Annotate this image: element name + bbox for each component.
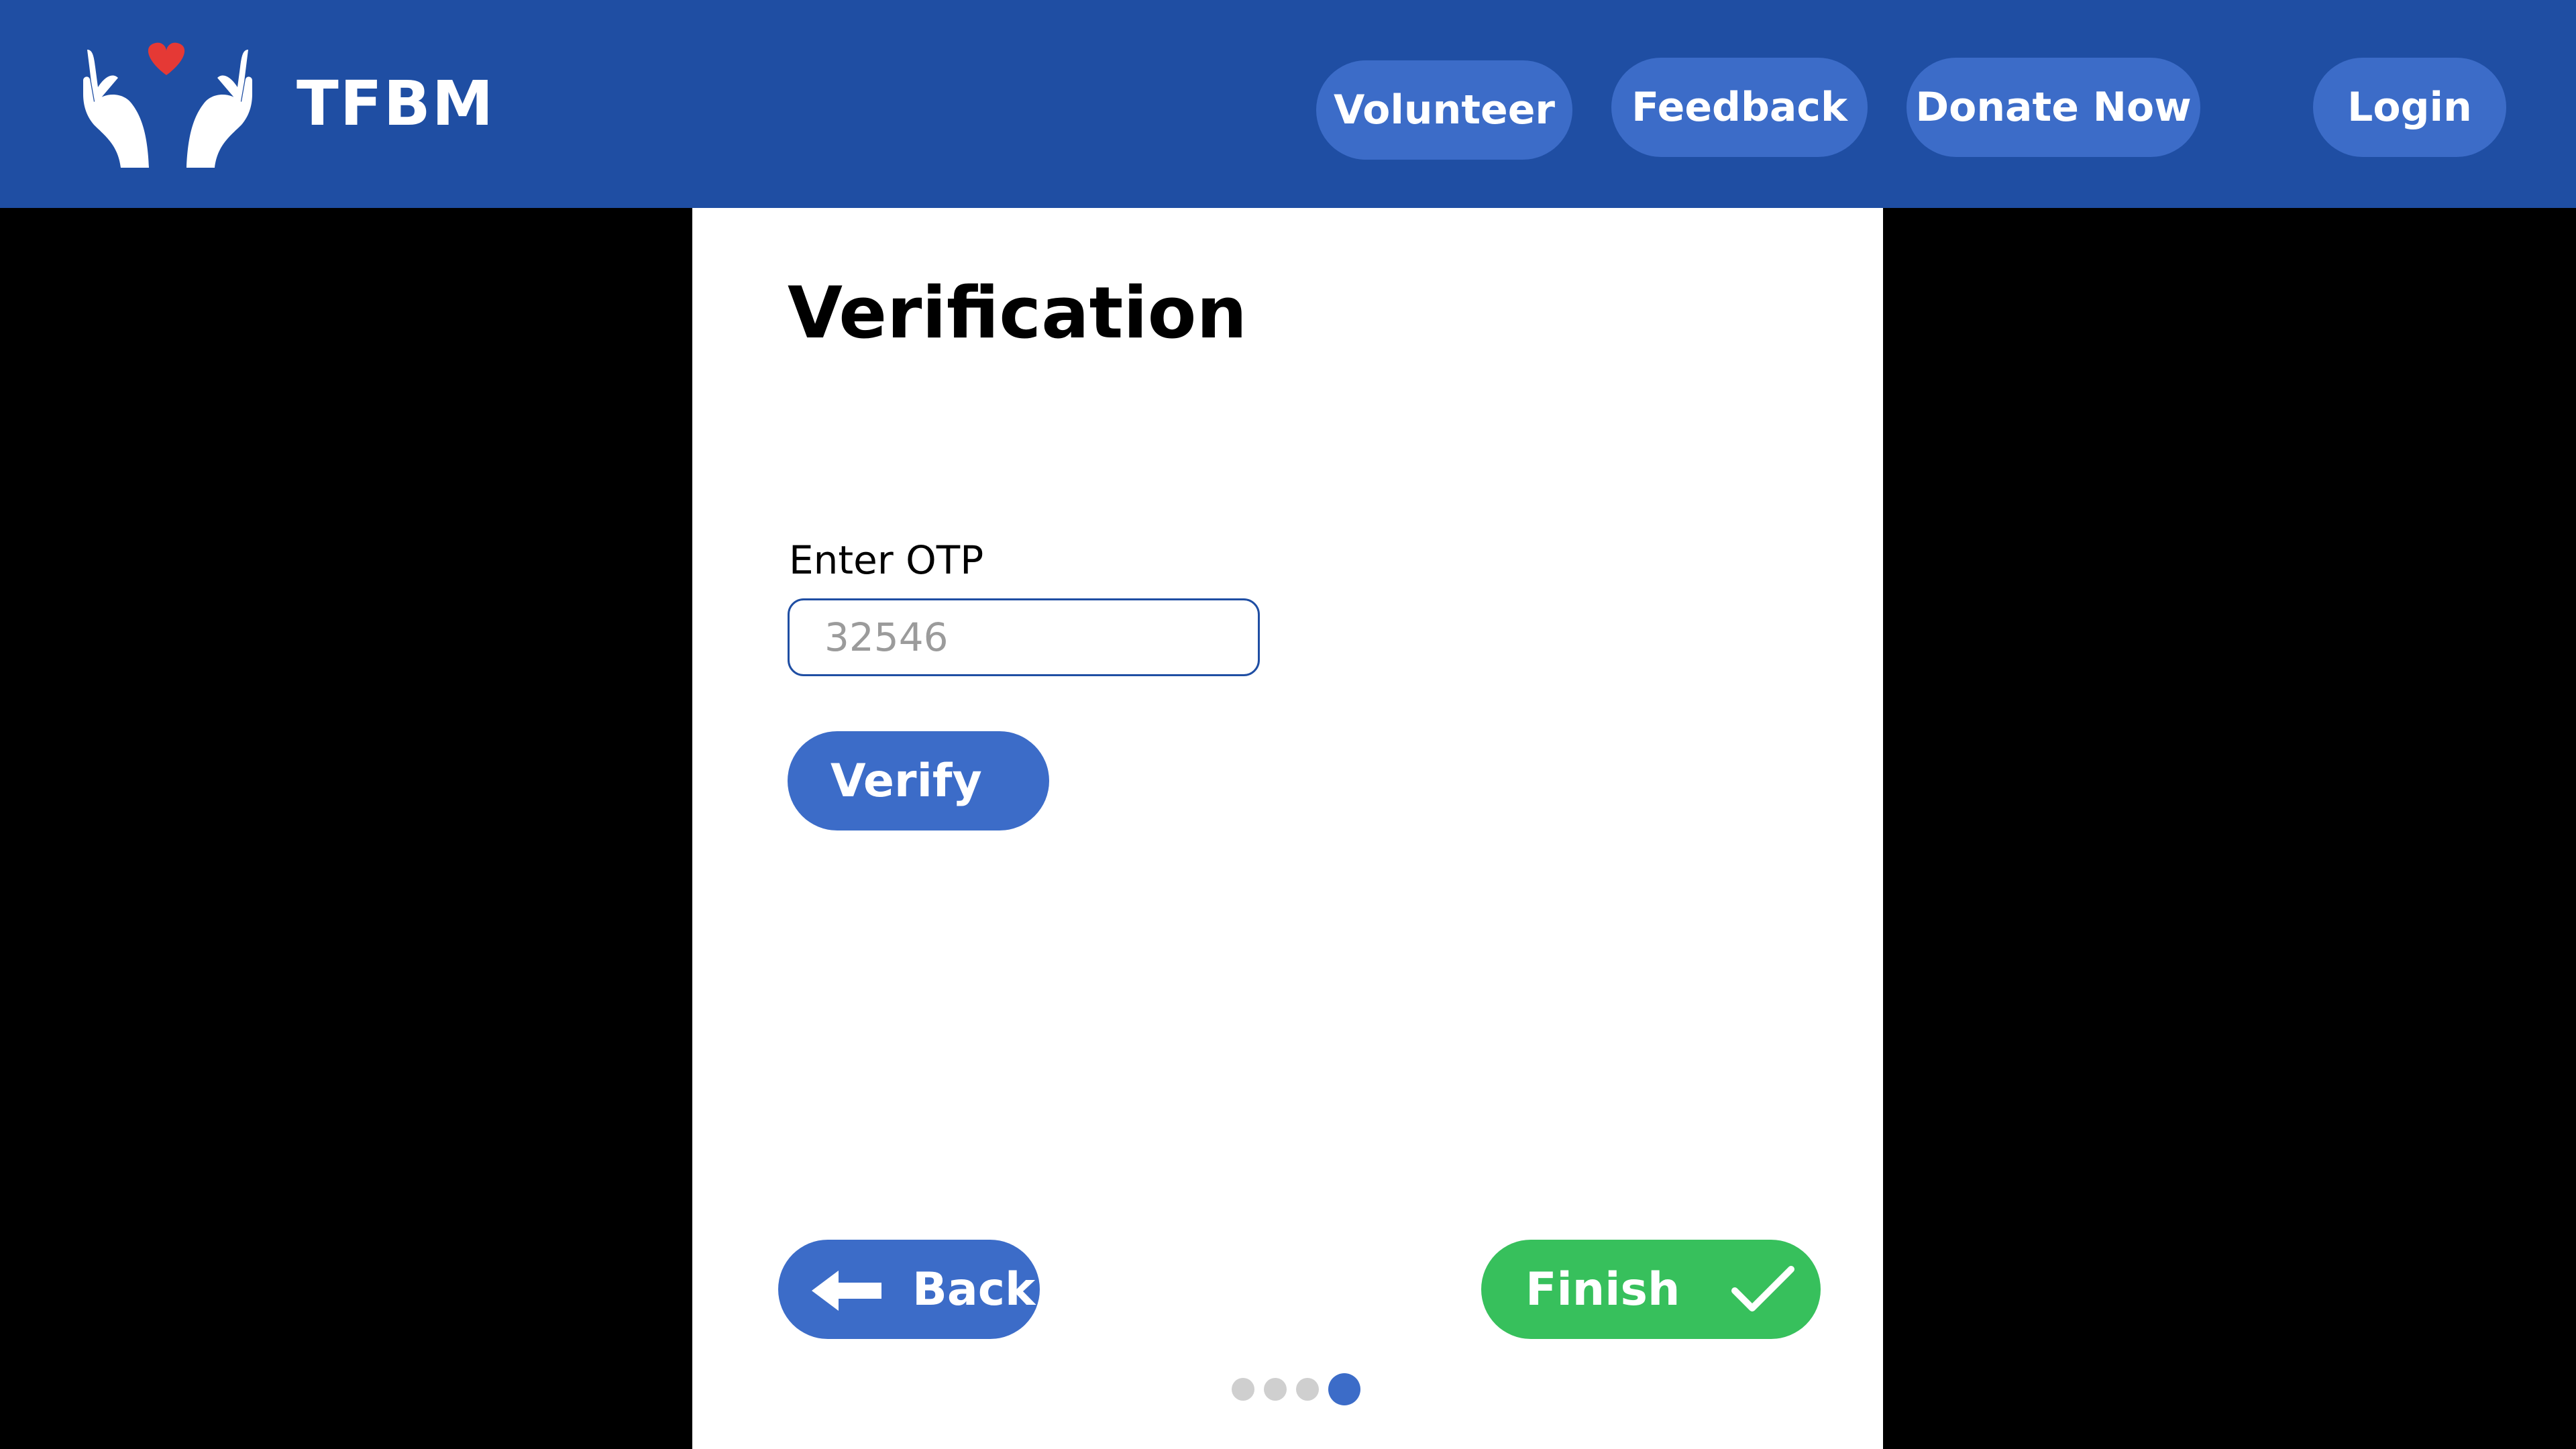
hands-heart-icon[interactable]: [80, 40, 255, 168]
finish-button[interactable]: Finish: [1481, 1240, 1821, 1339]
checkmark-icon: [1731, 1265, 1795, 1313]
top-header: TFBM Volunteer Feedback Donate Now Login: [0, 0, 2576, 208]
verify-button[interactable]: Verify: [788, 731, 1049, 830]
otp-label: Enter OTP: [789, 537, 984, 583]
verification-card: Verification Enter OTP Verify Back Finis…: [692, 208, 1883, 1449]
nav-login-button[interactable]: Login: [2313, 58, 2506, 157]
step-dot-active: [1328, 1373, 1360, 1405]
nav-donate-now-button[interactable]: Donate Now: [1907, 58, 2200, 157]
step-dot: [1264, 1378, 1287, 1401]
verify-button-label: Verify: [830, 754, 982, 808]
page-title: Verification: [788, 272, 1247, 354]
otp-input[interactable]: [788, 598, 1260, 676]
nav-volunteer-button[interactable]: Volunteer: [1316, 60, 1572, 160]
brand-name[interactable]: TFBM: [297, 67, 494, 141]
back-button[interactable]: Back: [778, 1240, 1040, 1339]
step-indicator: [1232, 1373, 1360, 1406]
arrow-left-icon: [812, 1269, 885, 1311]
nav-feedback-button[interactable]: Feedback: [1611, 58, 1868, 157]
step-dot: [1296, 1378, 1319, 1401]
back-button-label: Back: [912, 1263, 1036, 1316]
step-dot: [1232, 1378, 1254, 1401]
finish-button-label: Finish: [1525, 1263, 1680, 1316]
